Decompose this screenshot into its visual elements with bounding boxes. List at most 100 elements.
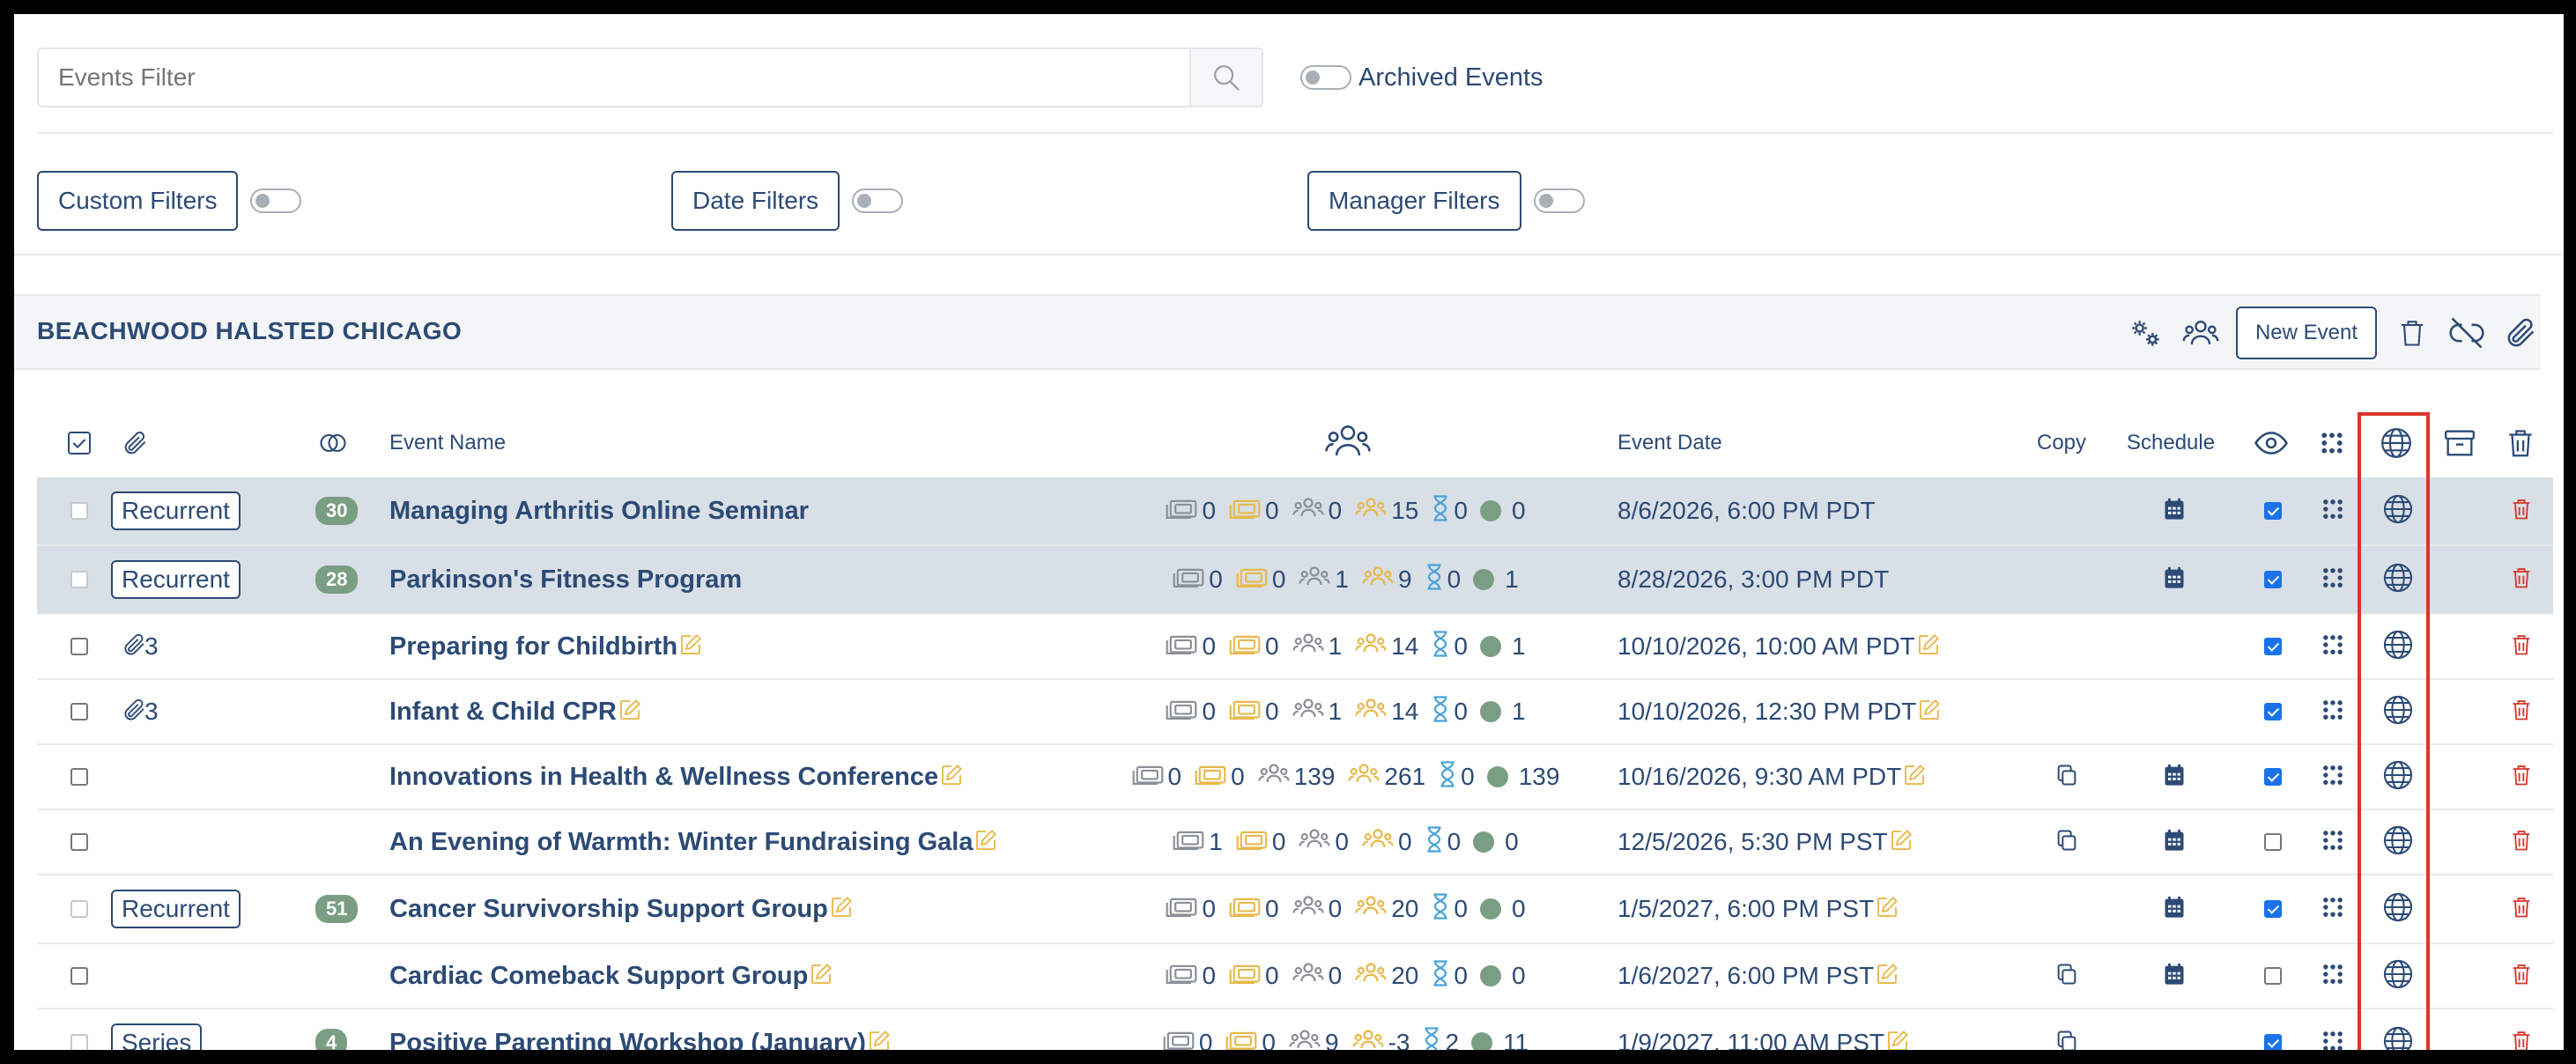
event-name-link[interactable]: Parkinson's Fitness Program [389, 565, 742, 595]
edit-date-icon[interactable] [1916, 697, 1943, 728]
globe-icon[interactable] [2381, 758, 2415, 796]
edit-date-icon[interactable] [1915, 632, 1942, 662]
recurrence-tag[interactable]: Recurrent [111, 560, 241, 599]
event-name-link[interactable]: Managing Arthritis Online Seminar [389, 497, 809, 526]
delete-icon[interactable] [2509, 1027, 2534, 1050]
delete-icon[interactable] [2509, 761, 2534, 794]
archived-events-toggle[interactable] [1300, 65, 1351, 90]
row-checkbox[interactable] [70, 703, 88, 720]
row-checkbox[interactable] [70, 571, 88, 588]
recurrence-tag[interactable]: Recurrent [111, 491, 241, 530]
calendar-icon[interactable] [2162, 827, 2187, 858]
copy-icon[interactable] [2054, 961, 2079, 992]
visible-checkbox[interactable] [2264, 638, 2282, 655]
recurrence-tag[interactable]: Recurrent [111, 890, 241, 928]
visible-checkbox[interactable] [2264, 703, 2282, 720]
row-checkbox[interactable] [70, 833, 88, 851]
grid-dots-icon[interactable] [2321, 632, 2345, 661]
grid-dots-icon[interactable] [2321, 828, 2345, 857]
table-row[interactable]: Cardiac Comeback Support Group 0 0 0 20 0 0 1… [37, 944, 2553, 1009]
delete-icon[interactable] [2509, 564, 2534, 596]
grid-dots-icon[interactable] [2321, 698, 2345, 727]
event-name-link[interactable]: Positive Parenting Workshop (January) [389, 1029, 866, 1051]
edit-date-icon[interactable] [1901, 762, 1928, 793]
globe-icon[interactable] [2381, 957, 2415, 995]
calendar-icon[interactable] [2162, 496, 2187, 527]
search-button[interactable] [1189, 49, 1262, 106]
visible-checkbox[interactable] [2264, 900, 2282, 918]
visible-checkbox[interactable] [2264, 571, 2282, 588]
events-filter-input[interactable] [39, 49, 1189, 106]
table-row[interactable]: Series 4 Positive Parenting Workshop (Ja… [37, 1009, 2553, 1050]
edit-date-icon[interactable] [1874, 894, 1900, 925]
delete-icon[interactable] [2509, 893, 2534, 926]
grid-dots-icon[interactable] [2321, 497, 2345, 526]
table-row[interactable]: 3 Infant & Child CPR 0 0 1 14 0 1 10/10/2026,… [37, 680, 2553, 745]
event-name-link[interactable]: Preparing for Childbirth [389, 632, 677, 661]
row-checkbox[interactable] [70, 768, 88, 786]
globe-icon[interactable] [2381, 628, 2415, 666]
attachment-icon[interactable] [2502, 314, 2541, 352]
custom-filters-button[interactable]: Custom Filters [37, 171, 239, 231]
calendar-icon[interactable] [2162, 894, 2187, 925]
grid-dots-icon[interactable] [2321, 763, 2345, 792]
table-row[interactable]: Recurrent 30 Managing Arthritis Online S… [37, 477, 2553, 546]
calendar-icon[interactable] [2162, 762, 2187, 793]
edit-icon[interactable] [938, 762, 965, 793]
settings-gears-icon[interactable] [2127, 314, 2165, 352]
calendar-icon[interactable] [2162, 565, 2187, 595]
grid-dots-icon[interactable] [2321, 895, 2345, 924]
edit-icon[interactable] [828, 894, 855, 925]
event-name-link[interactable]: Cardiac Comeback Support Group [389, 962, 808, 991]
edit-icon[interactable] [677, 632, 704, 662]
event-name-link[interactable]: Infant & Child CPR [389, 698, 617, 727]
new-event-button[interactable]: New Event [2235, 307, 2377, 359]
edit-icon[interactable] [617, 697, 643, 728]
unlink-icon[interactable] [2447, 314, 2486, 352]
grid-dots-icon[interactable] [2321, 962, 2345, 991]
manager-filters-toggle[interactable] [1533, 188, 1585, 213]
edit-date-icon[interactable] [1874, 961, 1900, 992]
custom-filters-toggle[interactable] [250, 188, 302, 213]
delete-icon[interactable] [2509, 495, 2534, 528]
edit-date-icon[interactable] [1888, 827, 1914, 858]
table-row[interactable]: An Evening of Warmth: Winter Fundraising… [37, 810, 2553, 876]
delete-icon[interactable] [2509, 631, 2534, 663]
delete-icon[interactable] [2509, 826, 2534, 859]
trash-icon[interactable] [2393, 314, 2432, 352]
copy-icon[interactable] [2054, 1028, 2079, 1050]
edit-icon[interactable] [866, 1028, 892, 1050]
calendar-icon[interactable] [2162, 961, 2187, 992]
visible-checkbox[interactable] [2264, 1034, 2282, 1050]
visible-checkbox[interactable] [2264, 833, 2282, 851]
row-checkbox[interactable] [70, 502, 88, 520]
globe-icon[interactable] [2381, 824, 2415, 861]
delete-icon[interactable] [2509, 696, 2534, 728]
edit-icon[interactable] [808, 961, 834, 992]
grid-dots-icon[interactable] [2321, 1029, 2345, 1050]
row-checkbox[interactable] [70, 638, 88, 655]
globe-icon[interactable] [2381, 1024, 2415, 1050]
copy-icon[interactable] [2054, 762, 2079, 793]
row-checkbox[interactable] [70, 967, 88, 985]
manager-filters-button[interactable]: Manager Filters [1307, 171, 1521, 231]
table-row[interactable]: Innovations in Health & Wellness Confere… [37, 745, 2553, 810]
event-name-link[interactable]: An Evening of Warmth: Winter Fundraising… [389, 828, 973, 857]
globe-icon[interactable] [2381, 492, 2415, 530]
date-filters-button[interactable]: Date Filters [671, 171, 840, 231]
globe-icon[interactable] [2381, 890, 2415, 928]
date-filters-toggle[interactable] [852, 188, 904, 213]
recurrence-tag[interactable]: Series [111, 1023, 203, 1050]
table-row[interactable]: 3 Preparing for Childbirth 0 0 1 14 0 1 10/10… [37, 615, 2553, 680]
grid-dots-icon[interactable] [2321, 565, 2345, 595]
table-row[interactable]: Recurrent 28 Parkinson's Fitness Program… [37, 546, 2553, 615]
copy-icon[interactable] [2054, 827, 2079, 858]
row-checkbox[interactable] [70, 1034, 88, 1050]
edit-date-icon[interactable] [1884, 1028, 1911, 1050]
globe-icon[interactable] [2381, 561, 2415, 599]
select-all-checkbox[interactable] [65, 409, 93, 477]
managers-icon[interactable] [2181, 314, 2220, 352]
event-name-link[interactable]: Innovations in Health & Wellness Confere… [389, 763, 938, 792]
table-row[interactable]: Recurrent 51 Cancer Survivorship Support… [37, 876, 2553, 944]
edit-icon[interactable] [973, 827, 999, 858]
